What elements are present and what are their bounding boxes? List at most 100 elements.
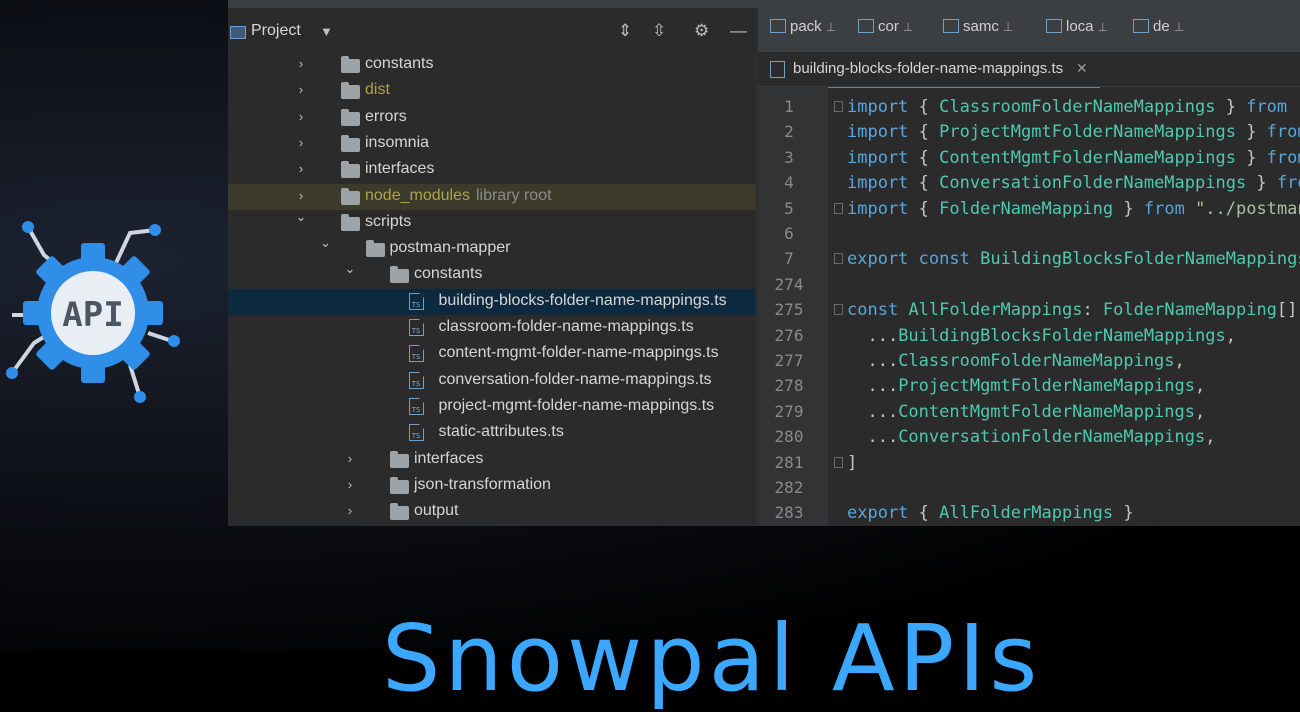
folder-icon — [341, 108, 360, 126]
line-number: 281 — [774, 452, 804, 472]
tree-folder-item[interactable]: ⌄ constants — [228, 261, 756, 288]
ts-file-icon: TS — [408, 345, 424, 363]
editor-tab-label: loca — [1066, 18, 1094, 35]
close-icon[interactable]: ✕ — [1076, 60, 1088, 77]
code-line[interactable]: 280 ...ConversationFolderNameMappings, — [758, 425, 1300, 450]
chevron-right-icon[interactable]: › — [295, 135, 307, 150]
fold-marker-icon[interactable] — [834, 202, 843, 214]
code-text: const AllFolderMappings: FolderNameMappi… — [847, 300, 1298, 321]
code-line[interactable]: 6 — [758, 222, 1300, 247]
tree-file-item[interactable]: TS building-blocks-folder-name-mappings.t… — [228, 288, 756, 315]
tree-file-item[interactable]: TS project-mgmt-folder-name-mappings.ts — [228, 394, 756, 420]
fold-marker-icon[interactable] — [834, 253, 843, 265]
tree-folder-item[interactable]: ⌄ scripts — [228, 209, 756, 236]
expand-all-icon[interactable]: ⇕ — [618, 21, 632, 41]
chevron-right-icon[interactable]: › — [295, 161, 307, 176]
tree-file-item[interactable]: TS conversation-folder-name-mappings.ts — [228, 368, 756, 394]
chevron-right-icon[interactable]: › — [295, 188, 307, 203]
code-line[interactable]: 7 export const BuildingBlocksFolderNameMa… — [758, 247, 1300, 272]
line-number: 274 — [774, 274, 804, 294]
line-number: 5 — [784, 198, 794, 218]
code-line[interactable]: 278 ...ProjectMgmtFolderNameMappings, — [758, 374, 1300, 399]
collapse-all-icon[interactable]: ⇳ — [652, 21, 666, 41]
code-text: import { ConversationFolderNameMappings … — [847, 173, 1300, 194]
code-text: export const BuildingBlocksFolderNameMap… — [847, 249, 1300, 270]
project-panel-title[interactable]: Project — [251, 22, 301, 40]
line-number: 1 — [784, 97, 794, 116]
tree-folder-item[interactable]: › json-transformation — [228, 473, 756, 499]
code-line[interactable]: 275 const AllFolderMappings: FolderNameMa… — [758, 298, 1300, 323]
tree-folder-item[interactable]: › constants — [228, 52, 756, 78]
pin-icon[interactable]: ⊥ — [903, 20, 913, 34]
chevron-down-icon[interactable]: ⌄ — [344, 261, 356, 277]
tree-folder-item[interactable]: › interfaces — [228, 157, 756, 183]
pin-icon[interactable]: ⊥ — [826, 20, 836, 34]
pin-icon[interactable]: ⊥ — [1003, 20, 1013, 34]
code-line[interactable]: 277 ...ClassroomFolderNameMappings, — [758, 349, 1300, 374]
code-line[interactable]: 274 — [758, 273, 1300, 298]
chevron-down-icon[interactable]: ⌄ — [320, 235, 332, 251]
chevron-right-icon[interactable]: › — [295, 56, 307, 71]
tree-item-label: project-mgmt-folder-name-mappings.ts — [438, 396, 715, 414]
code-line[interactable]: 282 — [758, 476, 1300, 501]
tree-folder-item[interactable]: › errors — [228, 105, 756, 131]
code-line[interactable]: 276 ...BuildingBlocksFolderNameMappings, — [758, 324, 1300, 349]
folder-icon — [341, 134, 360, 152]
fold-marker-icon[interactable] — [834, 456, 843, 468]
tree-item-label: content-mgmt-folder-name-mappings.ts — [438, 344, 719, 362]
gear-icon[interactable]: ⚙ — [694, 21, 709, 41]
tree-folder-item[interactable]: ⌄ postman-mapper — [228, 235, 756, 262]
chevron-right-icon[interactable]: › — [344, 451, 356, 466]
pin-icon[interactable]: ⊥ — [1174, 20, 1184, 34]
code-text: ...ConversationFolderNameMappings, — [847, 427, 1216, 448]
tree-file-item[interactable]: TS classroom-folder-name-mappings.ts — [228, 315, 756, 341]
code-line[interactable]: 283 export { AllFolderMappings } — [758, 501, 1300, 526]
code-line[interactable]: 2 import { ProjectMgmtFolderNameMappings … — [758, 120, 1300, 145]
editor-tab[interactable]: cor ⊥ — [858, 18, 913, 48]
tree-item-label: constants — [365, 55, 434, 72]
chevron-right-icon[interactable]: › — [295, 82, 307, 97]
editor-tab[interactable]: loca ⊥ — [1046, 18, 1108, 48]
tree-file-item[interactable]: TS content-mgmt-folder-name-mappings.ts — [228, 341, 756, 367]
chevron-right-icon[interactable]: › — [344, 503, 356, 518]
tree-folder-item[interactable]: › interfaces — [228, 447, 756, 473]
code-line[interactable]: 5 import { FolderNameMapping } from "../p… — [758, 197, 1300, 222]
fold-marker-icon[interactable] — [834, 101, 843, 112]
editor-tab[interactable]: de ⊥ — [1133, 18, 1184, 48]
tree-folder-item[interactable]: › dist — [228, 78, 756, 104]
pin-icon[interactable]: ⊥ — [1098, 20, 1108, 34]
tree-folder-item[interactable]: › node_modules library root — [228, 183, 756, 210]
folder-icon — [341, 213, 360, 231]
line-number: 7 — [784, 249, 794, 269]
code-line[interactable]: 4 import { ConversationFolderNameMappings… — [758, 171, 1300, 196]
tree-file-item[interactable]: TS static-attributes.ts — [228, 420, 756, 446]
library-root-hint: library root — [475, 186, 552, 204]
editor-tab[interactable]: pack ⊥ — [770, 18, 836, 48]
tree-item-label: output — [414, 502, 459, 520]
tree-item-label: building-blocks-folder-name-mappings.ts — [438, 291, 727, 309]
line-number: 283 — [774, 503, 804, 523]
fold-marker-icon[interactable] — [834, 304, 843, 316]
chevron-right-icon[interactable]: › — [295, 109, 307, 124]
active-file-tab[interactable]: building-blocks-folder-name-mappings.ts … — [758, 52, 1100, 88]
code-line[interactable]: 281] — [758, 451, 1300, 476]
code-line[interactable]: 3 import { ContentMgmtFolderNameMappings … — [758, 146, 1300, 171]
tree-item-label: interfaces — [365, 160, 435, 178]
chevron-right-icon[interactable]: › — [344, 477, 356, 492]
code-text: import { FolderNameMapping } from "../po… — [847, 198, 1300, 219]
project-panel: Project ▼ ⇕ ⇳ ⚙ — › constants › dist › errors… — [228, 8, 757, 526]
minimize-icon[interactable]: — — [730, 21, 747, 41]
chevron-down-icon[interactable]: ▼ — [320, 24, 333, 39]
line-number: 282 — [774, 478, 804, 497]
tree-item-label: scripts — [365, 212, 412, 230]
tree-folder-item[interactable]: › output — [228, 499, 756, 525]
code-text: import { ContentMgmtFolderNameMappings }… — [847, 147, 1300, 168]
editor-tab[interactable]: samc ⊥ — [943, 18, 1013, 48]
title-bar — [228, 0, 1300, 8]
code-line[interactable]: 1 import { ClassroomFolderNameMappings } … — [758, 95, 1300, 120]
folder-icon — [341, 82, 360, 100]
tree-folder-item[interactable]: › insomnia — [228, 131, 756, 157]
chevron-down-icon[interactable]: ⌄ — [295, 209, 307, 225]
code-area[interactable]: 1 import { ClassroomFolderNameMappings } … — [758, 87, 1300, 526]
code-line[interactable]: 279 ...ContentMgmtFolderNameMappings, — [758, 400, 1300, 425]
